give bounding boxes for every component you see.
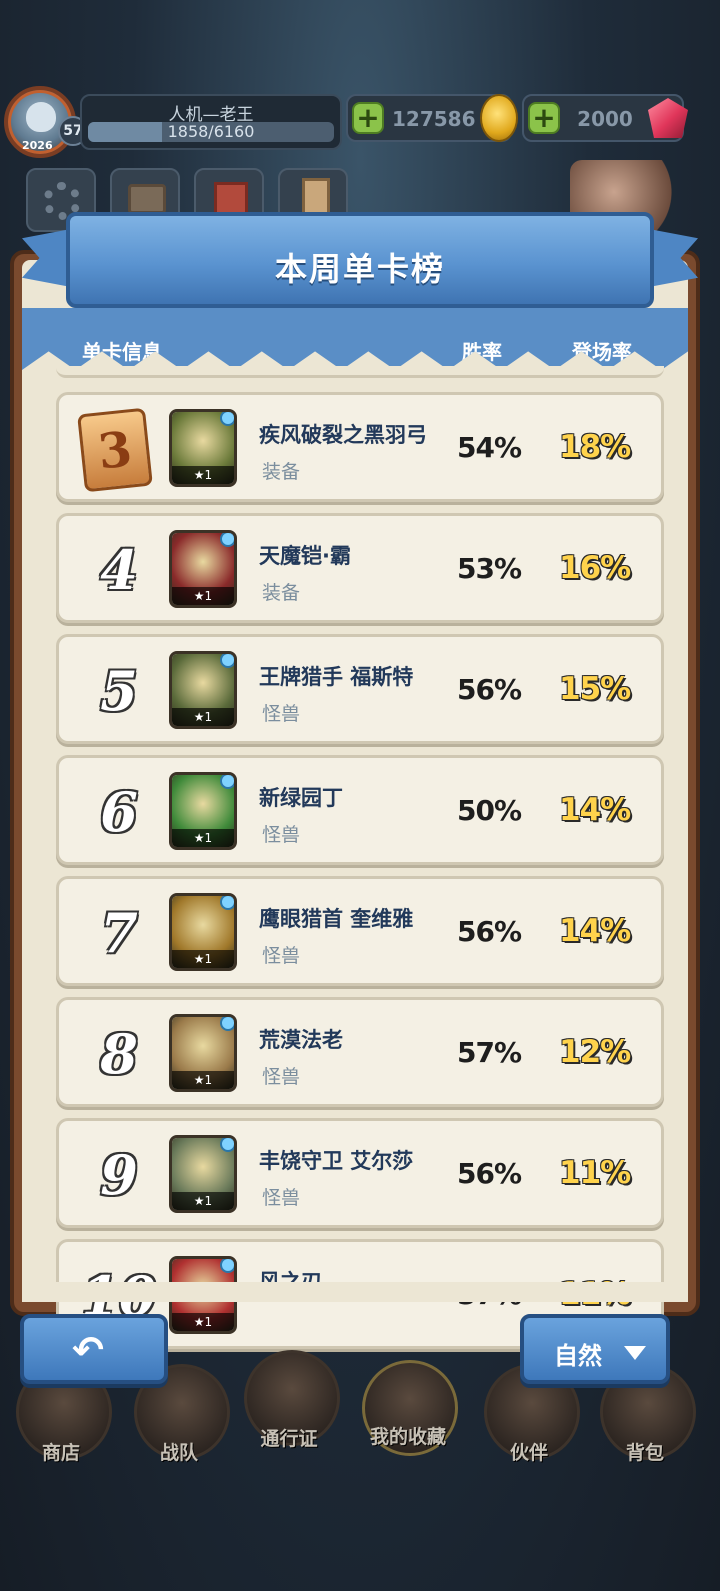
nav-collection-label: 我的收藏 [369,1426,446,1448]
leaderboard-row[interactable]: 3 ★1 疾风破裂之黑羽弓 装备 54% 18% [56,392,664,502]
card-badge-icon [220,654,234,668]
sort-dropdown[interactable]: 自然 [520,1314,670,1384]
card-star-level: ★1 [172,950,234,968]
gold-coin-icon [480,94,518,142]
leaderboard-row[interactable]: 7 ★1 鹰眼猎首 奎维雅 怪兽 56% 14% [56,876,664,986]
win-rate: 56% [457,1157,522,1190]
list-bottom-mask [22,1282,688,1302]
card-name: 荒漠法老 [259,1028,343,1052]
card-badge-icon [220,412,234,426]
previous-row-edge [56,366,664,378]
card-name: 鹰眼猎首 奎维雅 [259,907,414,931]
nav-collection[interactable]: 我的收藏 [348,1352,468,1462]
tv-icon [128,184,166,214]
leaderboard-row[interactable]: 6 ★1 新绿园丁怪兽 50% 14% [56,755,664,865]
title-banner: 本周单卡榜 [66,212,654,308]
card-star-level: ★1 [172,829,234,847]
card-star-level: ★1 [172,587,234,605]
win-rate: 53% [457,552,522,585]
usage-rate: 15% [559,671,631,707]
card-type: 装备 [262,582,301,604]
card-name: 天魔铠·霸 [259,544,351,568]
card-type: 怪兽 [262,824,301,846]
rank-number: 5 [100,659,138,723]
chevron-down-icon [624,1346,646,1360]
gem-icon [648,98,688,138]
card-star-level: ★1 [172,1192,234,1210]
card-badge-icon [220,1017,234,1031]
gem-amount: 2000 [577,107,633,131]
card-type: 怪兽 [262,1187,301,1209]
card-thumbnail[interactable]: ★1 [169,1135,237,1213]
card-name: 疾风破裂之黑羽弓 [259,423,427,447]
rank-number: 3 [95,421,135,481]
card-name: 丰饶守卫 艾尔莎 [259,1149,414,1173]
card-type: 装备 [262,461,301,483]
back-button[interactable]: ↶ [20,1314,168,1384]
add-gems-button[interactable]: + [528,102,560,134]
rank-number: 6 [100,780,138,844]
rank-number: 9 [100,1143,138,1207]
rank-card-icon: 3 [77,407,153,493]
rank-number: 8 [100,1022,138,1086]
nav-shop-label: 商店 [41,1442,80,1464]
usage-rate: 14% [559,792,631,828]
card-thumbnail[interactable]: ★1 [169,772,237,850]
card-badge-icon [220,1259,234,1273]
rank-number: 4 [100,538,138,602]
gem-counter: + 2000 [522,94,688,142]
card-thumbnail[interactable]: ★1 [169,651,237,729]
win-rate: 56% [457,673,522,706]
cat-avatar-icon [26,102,56,132]
leaderboard-row[interactable]: 9 ★1 丰饶守卫 艾尔莎 怪兽 56% 11% [56,1118,664,1228]
card-thumbnail[interactable]: ★1 [169,1014,237,1092]
win-rate: 57% [457,1036,522,1069]
card-badge-icon [220,896,234,910]
card-badge-icon [220,775,234,789]
win-rate: 56% [457,915,522,948]
leaderboard-row[interactable]: 4 ★1 天魔铠·霸装备 53% 16% [56,513,664,623]
nav-pass-label: 通行证 [260,1428,318,1450]
gold-amount: 127586 [392,107,476,131]
nav-pass[interactable]: 通行证 [234,1342,344,1452]
xp-text: 1858/6160 [167,122,255,141]
player-name-bar: 人机—老王 1858/6160 [80,94,342,150]
card-thumbnail[interactable]: ★1 [169,409,237,487]
card-type: 怪兽 [262,945,301,967]
win-rate: 50% [457,794,522,827]
sort-dropdown-label: 自然 [554,1342,602,1370]
nav-backpack-label: 背包 [625,1442,664,1464]
leaderboard-row[interactable]: 8 ★1 荒漠法老怪兽 57% 12% [56,997,664,1107]
rank-number: 7 [100,901,138,965]
card-star-level: ★1 [172,1071,234,1089]
card-name: 王牌猎手 福斯特 [259,665,414,689]
win-rate: 54% [457,431,522,464]
top-bar: 2026 57 人机—老王 1858/6160 + 127586 + 2000 [0,80,720,158]
nav-companion-label: 伙伴 [509,1442,548,1464]
card-star-level: ★1 [172,466,234,484]
usage-rate: 12% [559,1034,631,1070]
card-type: 怪兽 [262,703,301,725]
card-star-level: ★1 [172,1313,234,1331]
card-name: 新绿园丁 [259,786,343,810]
add-gold-button[interactable]: + [352,102,384,134]
usage-rate: 16% [559,550,631,586]
card-thumbnail[interactable]: ★1 [169,530,237,608]
back-arrow-icon: ↶ [72,1328,104,1372]
usage-rate: 11% [559,1155,631,1191]
card-type: 怪兽 [262,1066,301,1088]
card-badge-icon [220,533,234,547]
card-thumbnail[interactable]: ★1 [169,893,237,971]
card-star-level: ★1 [172,708,234,726]
gift-icon [214,182,248,216]
leaderboard-row[interactable]: 5 ★1 王牌猎手 福斯特 怪兽 56% 15% [56,634,664,744]
usage-rate: 18% [559,429,631,465]
gold-counter: + 127586 [346,94,518,142]
usage-rate: 14% [559,913,631,949]
card-badge-icon [220,1138,234,1152]
avatar-year: 2026 [22,139,53,152]
nav-team-label: 战队 [159,1442,198,1464]
panel-title: 本周单卡榜 [274,250,445,288]
